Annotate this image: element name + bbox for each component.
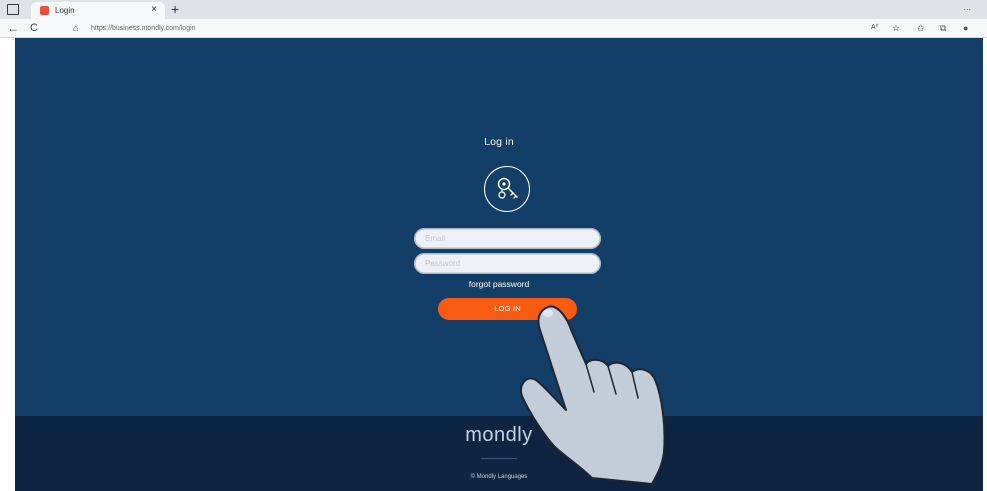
browser-window: Login × + ... ← C ⌂ https://business.mon… <box>0 0 987 491</box>
pointing-hand-icon <box>520 305 666 485</box>
